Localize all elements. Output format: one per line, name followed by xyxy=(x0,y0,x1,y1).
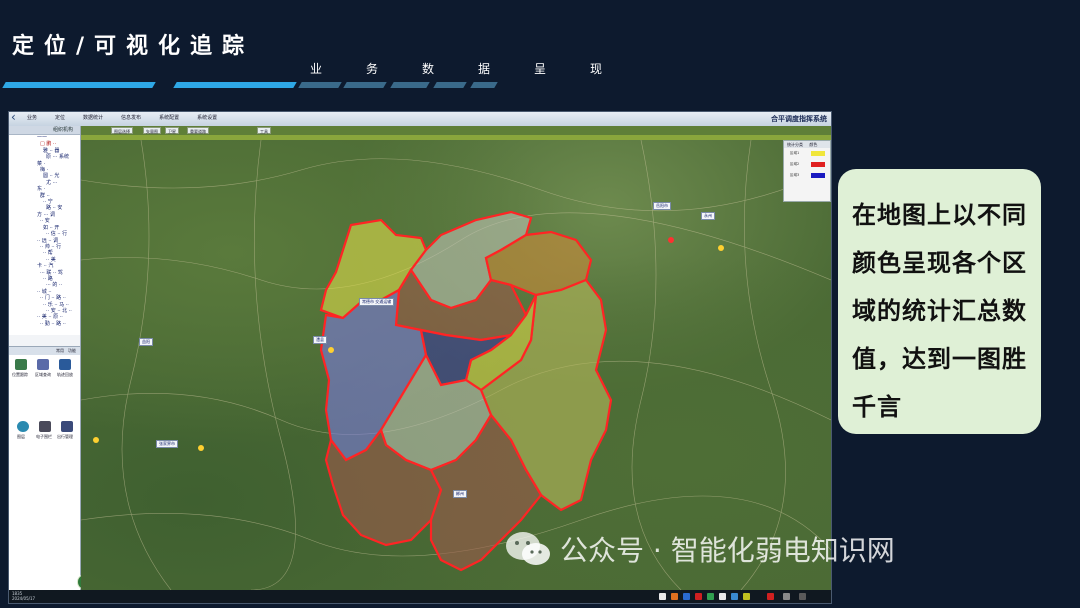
left-panel: 组织机构 一一 □ 鹏 ·· 雅 ·· 器原 ··· 系统菜 · 梅 · 圆 ·· 光尤… xyxy=(9,126,81,603)
fence-icon[interactable] xyxy=(39,421,51,432)
legend-swatch xyxy=(811,151,825,156)
toolbar-button[interactable]: 卫星 xyxy=(165,127,179,134)
watermark-text: 公众号 · 智能化弱电知识网 xyxy=(560,534,895,567)
map-pin[interactable] xyxy=(328,347,334,353)
subtitle-char: 呈 xyxy=(534,62,547,76)
legend-label: 区域3 xyxy=(790,173,800,177)
map-toolbar: 图层选择 矢量图 卫星 重要道路 工具 xyxy=(81,126,831,135)
toolbar-button[interactable]: 矢量图 xyxy=(143,127,161,134)
menu-item[interactable]: 系统配置 xyxy=(159,114,179,121)
header-stripes xyxy=(0,82,520,90)
city-tag[interactable]: 张家界市 xyxy=(156,440,178,448)
subtitle-char: 数 xyxy=(422,62,435,76)
city-tag[interactable]: 常德市 交通运输 xyxy=(359,298,395,306)
wechat-icon xyxy=(504,529,552,569)
slide-title: 定位/可视化追踪 xyxy=(12,34,255,59)
region-icon[interactable] xyxy=(37,359,49,370)
city-tag[interactable]: 澧县 xyxy=(313,336,327,344)
legend-header-label: 统计分类 xyxy=(787,142,803,147)
app-title: 合平调度指挥系统 xyxy=(771,115,827,123)
stripe xyxy=(343,82,387,88)
legend-row: 区域1 xyxy=(784,148,830,159)
stripe xyxy=(173,82,297,88)
tree-item[interactable]: ·· 勤 ·· 路 ·· xyxy=(9,321,80,327)
legend-swatch xyxy=(811,173,825,178)
trip-icon[interactable] xyxy=(61,421,73,432)
toolbar-button[interactable]: 重要道路 xyxy=(187,127,209,134)
tab-function[interactable]: 功能 xyxy=(68,347,76,355)
back-arrow-icon[interactable]: ‹ xyxy=(11,112,16,124)
stripe xyxy=(433,82,467,88)
map-legend: 统计分类 颜色 区域1 区域2 区域3 xyxy=(783,140,831,202)
stripe xyxy=(470,82,498,88)
taskbar-app-icon[interactable] xyxy=(707,593,714,600)
subtitle-char: 业 xyxy=(310,62,323,76)
tab-common[interactable]: 常用 xyxy=(56,347,64,355)
menu-item[interactable]: 定位 xyxy=(55,114,65,121)
legend-row: 区域2 xyxy=(784,159,830,170)
city-tag[interactable]: 益阳 xyxy=(139,338,153,346)
taskbar-app-icon[interactable] xyxy=(683,593,690,600)
subtitle-char: 现 xyxy=(590,62,603,76)
legend-label: 区域1 xyxy=(790,151,800,155)
taskbar-app-icon[interactable] xyxy=(671,593,678,600)
stripe xyxy=(390,82,430,88)
legend-label: 区域2 xyxy=(790,162,800,166)
replay-icon[interactable] xyxy=(59,359,71,370)
taskbar-app-icon[interactable] xyxy=(659,593,666,600)
map-pin[interactable] xyxy=(198,445,204,451)
legend-header: 统计分类 颜色 xyxy=(784,141,830,148)
icon-label: 图层 xyxy=(17,434,25,439)
app-titlebar: ‹ 业务 定位 数据统计 信息发布 系统配置 系统设置 合平调度指挥系统 xyxy=(9,112,831,127)
taskbar-app-icon[interactable] xyxy=(743,593,750,600)
layer-icon[interactable] xyxy=(17,421,29,432)
status-line: 2024/05/17 xyxy=(12,596,36,601)
taskbar-app-icon[interactable] xyxy=(767,593,774,600)
region-map-svg xyxy=(81,140,831,590)
app-menu: 业务 定位 数据统计 信息发布 系统配置 系统设置 xyxy=(27,114,235,121)
toolbar-button[interactable]: 工具 xyxy=(257,127,271,134)
map-pin[interactable] xyxy=(93,437,99,443)
legend-swatch xyxy=(811,162,825,167)
menu-item[interactable]: 数据统计 xyxy=(83,114,103,121)
panel-title: 组织机构 xyxy=(9,126,80,135)
function-panel: 常用 功能 位置跟踪 区域查询 轨迹回放 图层 电子围栏 出行管理 xyxy=(9,346,80,591)
watermark: 公众号 · 智能化弱电知识网 xyxy=(504,529,895,569)
legend-header-label: 颜色 xyxy=(809,142,818,147)
taskbar: 1835 2024/05/17 xyxy=(9,590,831,603)
taskbar-app-icon[interactable] xyxy=(695,593,702,600)
subtitle-char: 务 xyxy=(366,62,379,76)
map-pin[interactable] xyxy=(668,237,674,243)
icon-label: 区域查询 xyxy=(35,372,51,377)
region-polygons xyxy=(319,210,613,572)
city-tag[interactable]: 岳阳市 xyxy=(653,202,671,210)
taskbar-app-icon[interactable] xyxy=(783,593,790,600)
subtitle-char: 据 xyxy=(478,62,491,76)
callout-text: 在地图上以不同颜色呈现各个区域的统计汇总数值，达到一图胜千言 xyxy=(852,201,1027,421)
legend-row: 区域3 xyxy=(784,170,830,181)
city-tag[interactable]: 郴州 xyxy=(453,490,467,498)
taskbar-app-icon[interactable] xyxy=(731,593,738,600)
status-text: 1835 2024/05/17 xyxy=(12,591,35,601)
stripe xyxy=(298,82,342,88)
menu-item[interactable]: 系统设置 xyxy=(197,114,217,121)
track-icon[interactable] xyxy=(15,359,27,370)
menu-item[interactable]: 业务 xyxy=(27,114,37,121)
icon-label: 出行管理 xyxy=(57,434,73,439)
stripe xyxy=(2,82,156,88)
icon-label: 电子围栏 xyxy=(36,434,52,439)
org-tree: 一一 □ 鹏 ·· 雅 ·· 器原 ··· 系统菜 · 梅 · 圆 ·· 光尤 ··· 东… xyxy=(9,135,80,335)
callout-box: 在地图上以不同颜色呈现各个区域的统计汇总数值，达到一图胜千言 xyxy=(838,169,1041,434)
satellite-map[interactable]: 常德市 交通运输 澧县 益阳 张家界市 郴州 岳阳市 永州 统计分类 颜色 区域… xyxy=(81,140,831,590)
icon-label: 位置跟踪 xyxy=(12,372,28,377)
taskbar-app-icon[interactable] xyxy=(799,593,806,600)
menu-item[interactable]: 信息发布 xyxy=(121,114,141,121)
icon-label: 轨迹回放 xyxy=(57,372,73,377)
map-pin[interactable] xyxy=(718,245,724,251)
taskbar-app-icon[interactable] xyxy=(719,593,726,600)
city-tag[interactable]: 永州 xyxy=(701,212,715,220)
slide-subtitle: 业 务 数 据 呈 现 xyxy=(310,60,646,77)
toolbar-button[interactable]: 图层选择 xyxy=(111,127,133,134)
function-tabs: 常用 功能 xyxy=(9,347,80,355)
